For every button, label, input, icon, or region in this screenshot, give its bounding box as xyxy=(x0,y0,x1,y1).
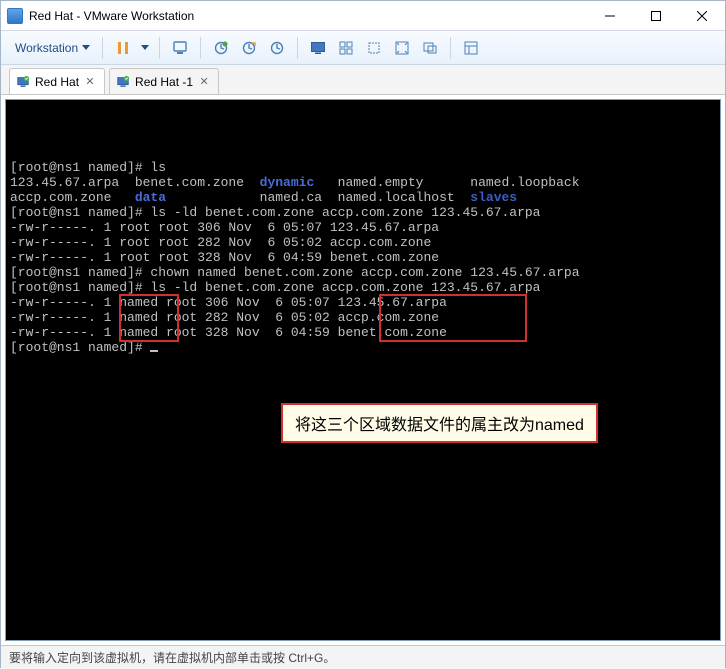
terminal-line: -rw-r-----. 1 named root 328 Nov 6 04:59… xyxy=(10,325,716,340)
separator xyxy=(102,37,103,59)
terminal-line: [root@ns1 named]# xyxy=(10,340,716,355)
terminal-text: [root@ns1 named]# ls -ld benet.com.zone … xyxy=(10,205,541,220)
terminal-line: -rw-r-----. 1 root root 328 Nov 6 04:59 … xyxy=(10,250,716,265)
terminal-line: [root@ns1 named]# ls -ld benet.com.zone … xyxy=(10,205,716,220)
app-icon xyxy=(7,8,23,24)
terminal-line: [root@ns1 named]# ls xyxy=(10,160,716,175)
close-button[interactable] xyxy=(679,1,725,31)
terminal-text: named.empty named.loopback xyxy=(314,175,579,190)
terminal-text: -rw-r-----. 1 named root 306 Nov 6 05:07… xyxy=(10,295,447,310)
terminal-text: -rw-r-----. 1 named root 282 Nov 6 05:02… xyxy=(10,310,439,325)
terminal-line: 123.45.67.arpa benet.com.zone dynamic na… xyxy=(10,175,716,190)
terminal-line: [root@ns1 named]# ls -ld benet.com.zone … xyxy=(10,280,716,295)
terminal-text: 123.45.67.arpa benet.com.zone xyxy=(10,175,260,190)
window-controls xyxy=(587,1,725,31)
vm-icon xyxy=(116,75,130,89)
window-title: Red Hat - VMware Workstation xyxy=(29,9,587,23)
terminal-text: -rw-r-----. 1 root root 328 Nov 6 04:59 … xyxy=(10,250,439,265)
terminal-text: [root@ns1 named]# ls -ld benet.com.zone … xyxy=(10,280,541,295)
separator xyxy=(159,37,160,59)
terminal-text: dynamic xyxy=(260,175,315,190)
workstation-menu[interactable]: Workstation xyxy=(9,37,96,59)
chevron-down-icon xyxy=(82,45,90,50)
snapshot-manager-button[interactable] xyxy=(265,36,289,60)
terminal-line: -rw-r-----. 1 named root 306 Nov 6 05:07… xyxy=(10,295,716,310)
snapshot-take-button[interactable] xyxy=(209,36,233,60)
tab-redhat[interactable]: Red Hat ✕ xyxy=(9,68,105,94)
terminal-text: -rw-r-----. 1 named root 328 Nov 6 04:59… xyxy=(10,325,447,340)
separator xyxy=(200,37,201,59)
fullscreen-button[interactable] xyxy=(390,36,414,60)
terminal-text: -rw-r-----. 1 root root 306 Nov 6 05:07 … xyxy=(10,220,439,235)
workstation-menu-label: Workstation xyxy=(15,41,78,55)
tab-label: Red Hat xyxy=(35,75,79,89)
pause-button[interactable] xyxy=(111,36,135,60)
separator xyxy=(297,37,298,59)
cursor xyxy=(150,350,158,352)
terminal-text: -rw-r-----. 1 root root 282 Nov 6 05:02 … xyxy=(10,235,431,250)
thumbnail-view-button[interactable] xyxy=(334,36,358,60)
terminal-text: [root@ns1 named]# chown named benet.com.… xyxy=(10,265,580,280)
stretch-guest-button[interactable] xyxy=(362,36,386,60)
terminal-text: [root@ns1 named]# ls xyxy=(10,160,166,175)
status-bar: 要将输入定向到该虚拟机，请在虚拟机内部单击或按 Ctrl+G。 xyxy=(1,645,725,669)
library-button[interactable] xyxy=(459,36,483,60)
terminal-text: named.ca named.localhost xyxy=(166,190,470,205)
terminal[interactable]: [root@ns1 named]# ls123.45.67.arpa benet… xyxy=(5,99,721,641)
terminal-line: -rw-r-----. 1 root root 282 Nov 6 05:02 … xyxy=(10,235,716,250)
maximize-button[interactable] xyxy=(633,1,679,31)
snapshot-revert-button[interactable] xyxy=(237,36,261,60)
terminal-line: -rw-r-----. 1 root root 306 Nov 6 05:07 … xyxy=(10,220,716,235)
terminal-text: slaves xyxy=(470,190,517,205)
terminal-line: -rw-r-----. 1 named root 282 Nov 6 05:02… xyxy=(10,310,716,325)
terminal-text: accp.com.zone xyxy=(10,190,135,205)
terminal-text: [root@ns1 named]# xyxy=(10,340,150,355)
vm-content: [root@ns1 named]# ls123.45.67.arpa benet… xyxy=(1,95,725,645)
tab-close-button[interactable]: ✕ xyxy=(198,76,210,88)
unity-button[interactable] xyxy=(418,36,442,60)
terminal-line: [root@ns1 named]# chown named benet.com.… xyxy=(10,265,716,280)
minimize-button[interactable] xyxy=(587,1,633,31)
titlebar: Red Hat - VMware Workstation xyxy=(1,1,725,31)
terminal-text: data xyxy=(135,190,166,205)
pause-dropdown[interactable] xyxy=(139,36,151,60)
separator xyxy=(450,37,451,59)
chevron-down-icon xyxy=(141,45,149,50)
tab-label: Red Hat -1 xyxy=(135,75,193,89)
terminal-line: accp.com.zone data named.ca named.localh… xyxy=(10,190,716,205)
toolbar: Workstation xyxy=(1,31,725,65)
tab-close-button[interactable]: ✕ xyxy=(84,76,96,88)
tabs-bar: Red Hat ✕ Red Hat -1 ✕ xyxy=(1,65,725,95)
status-text: 要将输入定向到该虚拟机，请在虚拟机内部单击或按 Ctrl+G。 xyxy=(9,649,335,666)
tab-redhat-1[interactable]: Red Hat -1 ✕ xyxy=(109,68,219,94)
vm-icon xyxy=(16,75,30,89)
annotation-callout: 将这三个区域数据文件的属主改为named xyxy=(281,403,598,443)
send-ctrl-alt-del-button[interactable] xyxy=(168,36,192,60)
show-console-button[interactable] xyxy=(306,36,330,60)
